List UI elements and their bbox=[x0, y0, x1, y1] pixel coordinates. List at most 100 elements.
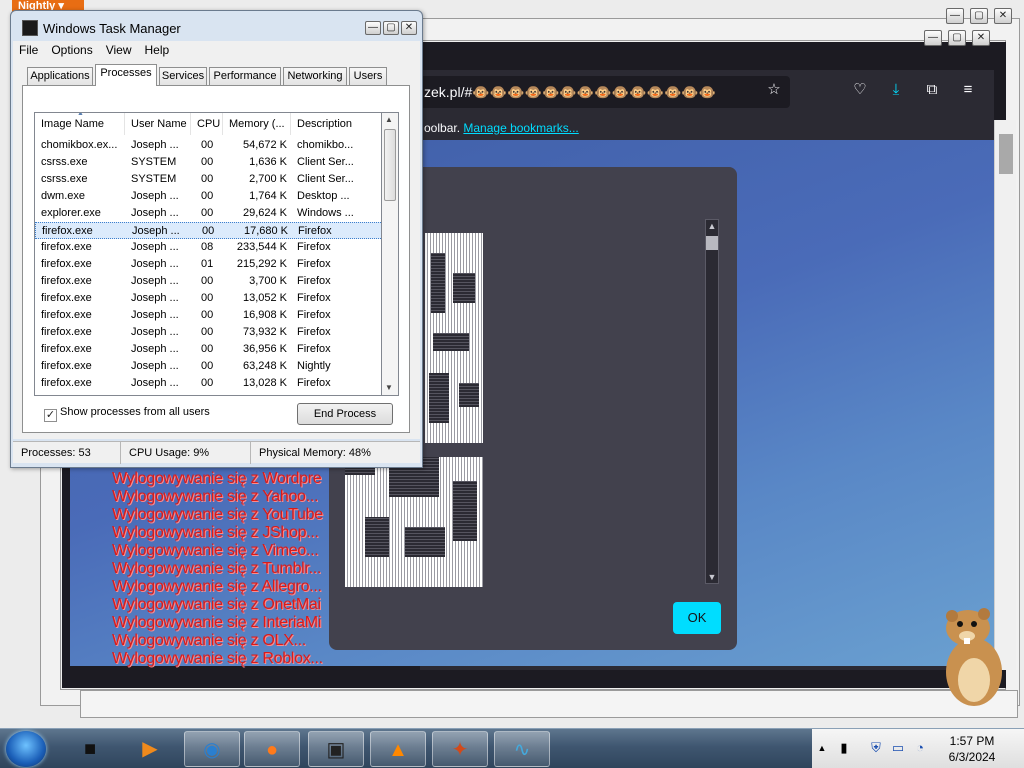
cell-cpu: 00 bbox=[201, 326, 214, 338]
process-list[interactable]: Image Name User Name CPU Memory (... Des… bbox=[34, 112, 382, 396]
page-scrollbar[interactable] bbox=[994, 120, 1016, 670]
tab-performance[interactable]: Performance bbox=[209, 67, 281, 85]
scroll-up-icon[interactable]: ▲ bbox=[385, 115, 393, 124]
taskbar-window-icon[interactable]: ▣ bbox=[308, 731, 364, 767]
cell-image: firefox.exe bbox=[41, 360, 92, 372]
pocket-icon[interactable]: ♡ bbox=[850, 80, 870, 100]
cell-mem: 17,680 K bbox=[243, 225, 288, 237]
column-header-memory[interactable]: Memory (... bbox=[223, 113, 291, 135]
cell-image: firefox.exe bbox=[41, 275, 92, 287]
shield-icon[interactable]: ⛨ bbox=[868, 740, 884, 756]
menu-icon[interactable]: ≡ bbox=[958, 80, 978, 100]
cell-user: Joseph ... bbox=[131, 241, 179, 253]
vlc-icon[interactable]: ▲ bbox=[370, 731, 426, 767]
dialog-scrollbar[interactable]: ▲ ▼ bbox=[705, 219, 719, 584]
logout-message: Wylogowywanie się z JShop... bbox=[112, 524, 319, 541]
clock[interactable]: 1:57 PM 6/3/2024 bbox=[932, 733, 1012, 765]
show-all-processes-checkbox[interactable]: ✓ Show processes from all users bbox=[44, 405, 210, 422]
tray-app-icon[interactable]: ▮ bbox=[836, 740, 852, 756]
window-title: Windows Task Manager bbox=[43, 21, 181, 36]
logout-message: Wylogowywanie się z Wordpre bbox=[112, 470, 322, 487]
start-button[interactable] bbox=[6, 731, 46, 767]
cell-desc: Firefox bbox=[297, 275, 331, 287]
tab-users[interactable]: Users bbox=[349, 67, 387, 85]
menu-help[interactable]: Help bbox=[139, 41, 177, 59]
downloads-icon[interactable]: ⤓ bbox=[886, 80, 906, 100]
task-manager-icon bbox=[22, 20, 38, 36]
network-icon[interactable]: ▭ bbox=[890, 740, 906, 756]
table-row[interactable]: firefox.exe Joseph ... 00 13,028 K Firefox bbox=[35, 375, 381, 392]
table-row[interactable]: chomikbox.ex... Joseph ... 00 54,672 K chomi… bbox=[35, 137, 381, 154]
cell-mem: 1,764 K bbox=[249, 190, 287, 202]
task-manager-taskbar-icon[interactable]: ∿ bbox=[494, 731, 550, 767]
media-player-icon[interactable]: ▶ bbox=[122, 731, 178, 767]
taskbar-app-icon[interactable]: ■ bbox=[62, 731, 118, 767]
scroll-down-icon[interactable]: ▼ bbox=[385, 383, 393, 392]
maximize-button[interactable]: ▢ bbox=[948, 30, 966, 46]
tab-networking[interactable]: Networking bbox=[283, 67, 347, 85]
checkbox-checked-icon[interactable]: ✓ bbox=[44, 409, 57, 422]
bookmark-star-icon[interactable]: ☆ bbox=[764, 80, 784, 100]
close-button[interactable]: ✕ bbox=[401, 21, 417, 35]
menu-view[interactable]: View bbox=[100, 41, 139, 59]
scroll-up-icon[interactable]: ▲ bbox=[706, 220, 718, 232]
table-row[interactable]: csrss.exe SYSTEM 00 2,700 K Client Ser... bbox=[35, 171, 381, 188]
logout-message: Wylogowywanie się z Vimeo... bbox=[112, 542, 319, 559]
cell-user: Joseph ... bbox=[131, 343, 179, 355]
minimize-button[interactable]: — bbox=[946, 8, 964, 24]
cell-image: firefox.exe bbox=[41, 343, 92, 355]
cell-user: Joseph ... bbox=[131, 326, 179, 338]
table-row[interactable]: firefox.exe Joseph ... 00 73,932 K Firefox bbox=[35, 324, 381, 341]
show-hidden-icons-icon[interactable]: ▲ bbox=[814, 740, 830, 756]
url-bar[interactable]: zek.pl/#🐵🐵🐵🐵🐵🐵🐵🐵🐵🐵🐵🐵🐵🐵 bbox=[420, 76, 790, 108]
extensions-icon[interactable]: ⧉ bbox=[922, 80, 942, 100]
table-row[interactable]: firefox.exe Joseph ... 00 16,908 K Firefox bbox=[35, 307, 381, 324]
bookmarks-bar: oolbar. Manage bookmarks... bbox=[420, 116, 994, 140]
minimize-button[interactable]: — bbox=[365, 21, 381, 35]
cell-image: firefox.exe bbox=[41, 258, 92, 270]
cell-cpu: 00 bbox=[201, 275, 214, 287]
scrollbar-thumb[interactable] bbox=[706, 236, 718, 250]
taskbar-globe-icon[interactable]: ◉ bbox=[184, 731, 240, 767]
close-button[interactable]: ✕ bbox=[994, 8, 1012, 24]
table-row[interactable]: dwm.exe Joseph ... 00 1,764 K Desktop ... bbox=[35, 188, 381, 205]
logout-message: Wylogowywanie się z Roblox... bbox=[112, 650, 323, 667]
taskbar-app-icon[interactable]: ✦ bbox=[432, 731, 488, 767]
table-row[interactable]: firefox.exe Joseph ... 08 233,544 K Firefox bbox=[35, 239, 381, 256]
table-row[interactable]: explorer.exe Joseph ... 00 29,624 K Windows … bbox=[35, 205, 381, 222]
sort-arrow-icon: ▲ bbox=[77, 112, 84, 117]
scroll-down-icon[interactable]: ▼ bbox=[706, 571, 718, 583]
tab-applications[interactable]: Applications bbox=[27, 67, 93, 85]
tab-processes[interactable]: Processes bbox=[95, 64, 157, 86]
menu-file[interactable]: File bbox=[13, 41, 45, 59]
scrollbar-thumb[interactable] bbox=[999, 134, 1013, 174]
cell-cpu: 00 bbox=[201, 173, 214, 185]
column-header-user-name[interactable]: User Name bbox=[125, 113, 191, 135]
volume-icon[interactable]: ◔ bbox=[912, 740, 928, 756]
maximize-button[interactable]: ▢ bbox=[970, 8, 988, 24]
minimize-button[interactable]: — bbox=[924, 30, 942, 46]
table-row[interactable]: firefox.exe Joseph ... 00 36,956 K Firefox bbox=[35, 341, 381, 358]
ok-button[interactable]: OK bbox=[673, 602, 721, 634]
process-list-scrollbar[interactable]: ▲ ▼ bbox=[382, 112, 399, 396]
table-row[interactable]: firefox.exe Joseph ... 01 215,292 K Firefox bbox=[35, 256, 381, 273]
table-row[interactable]: firefox.exe Joseph ... 00 63,248 K Nightly bbox=[35, 358, 381, 375]
scrollbar-thumb[interactable] bbox=[384, 129, 396, 201]
column-header-cpu[interactable]: CPU bbox=[191, 113, 223, 135]
maximize-button[interactable]: ▢ bbox=[383, 21, 399, 35]
cell-image: firefox.exe bbox=[41, 377, 92, 389]
table-row[interactable]: firefox.exe Joseph ... 00 3,700 K Firefox bbox=[35, 273, 381, 290]
table-row[interactable]: firefox.exe Joseph ... 00 17,680 K Firefox bbox=[35, 222, 381, 239]
menu-options[interactable]: Options bbox=[45, 41, 99, 59]
tab-services[interactable]: Services bbox=[159, 67, 207, 85]
cell-mem: 1,636 K bbox=[249, 156, 287, 168]
end-process-button[interactable]: End Process bbox=[297, 403, 393, 425]
cell-image: csrss.exe bbox=[41, 173, 88, 185]
table-row[interactable]: firefox.exe Joseph ... 00 13,052 K Firefox bbox=[35, 290, 381, 307]
cell-desc: Firefox bbox=[298, 225, 332, 237]
table-row[interactable]: csrss.exe SYSTEM 00 1,636 K Client Ser... bbox=[35, 154, 381, 171]
column-header-description[interactable]: Description bbox=[291, 113, 381, 135]
close-button[interactable]: ✕ bbox=[972, 30, 990, 46]
firefox-icon[interactable]: ● bbox=[244, 731, 300, 767]
manage-bookmarks-link[interactable]: Manage bookmarks... bbox=[463, 121, 578, 135]
